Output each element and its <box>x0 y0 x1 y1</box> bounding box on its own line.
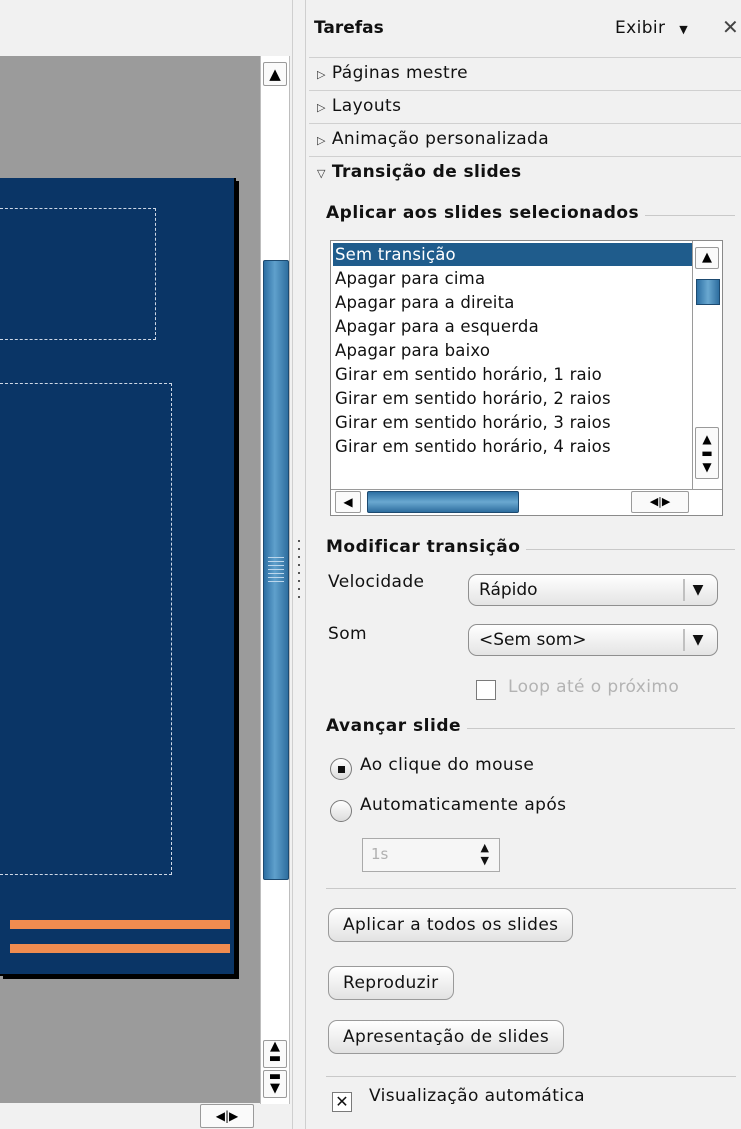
list-item[interactable]: Apagar para a direita <box>335 291 515 314</box>
automatic-radio[interactable] <box>330 800 352 822</box>
list-item[interactable]: Girar em sentido horário, 2 raios <box>335 387 611 410</box>
section-layouts[interactable]: ▷ Layouts <box>309 90 741 122</box>
list-item[interactable]: Girar em sentido horário, 3 raios <box>335 411 611 434</box>
pane-splitter[interactable] <box>292 0 306 1129</box>
transition-listbox[interactable]: Sem transição Apagar para cima Apagar pa… <box>330 240 723 516</box>
list-item[interactable]: Girar em sentido horário, 4 raios <box>335 435 611 455</box>
section-slide-transition[interactable]: ▽ Transição de slides <box>309 156 741 188</box>
list-scroll-updown-arrow-icon[interactable]: ▲ ▬ ▼ <box>695 427 719 479</box>
list-scroll-thumb[interactable] <box>696 279 720 305</box>
autopreview-label: Visualização automática <box>369 1086 585 1106</box>
list-item[interactable]: Girar em sentido horário, 1 raio <box>335 363 602 386</box>
section-master-pages[interactable]: ▷ Páginas mestre <box>309 57 741 89</box>
decorative-stripe <box>10 944 230 953</box>
loop-label: Loop até o próximo <box>508 677 680 697</box>
collapsed-triangle-icon: ▷ <box>317 68 326 81</box>
modify-group-label: Modificar transição <box>326 537 527 557</box>
list-item[interactable]: Sem transição <box>333 243 695 266</box>
close-icon[interactable]: ✕ <box>722 15 739 39</box>
list-scroll-leftright-arrow-icon[interactable]: ◀|▶ <box>631 491 689 513</box>
content-placeholder[interactable] <box>0 383 172 875</box>
slide-preview[interactable] <box>0 178 236 976</box>
editor-top-bar <box>0 0 298 56</box>
play-button[interactable]: Reproduzir <box>328 966 454 1000</box>
spin-arrows-icon: ▲ ▼ <box>480 841 489 867</box>
on-click-label: Ao clique do mouse <box>360 755 535 775</box>
sound-value: <Sem som> <box>479 630 587 650</box>
section-custom-animation[interactable]: ▷ Animação personalizada <box>309 123 741 155</box>
list-item[interactable]: Apagar para a esquerda <box>335 315 539 338</box>
editor-scroll-thumb[interactable] <box>263 260 289 880</box>
apply-all-button[interactable]: Aplicar a todos os slides <box>328 908 574 942</box>
advance-group-label: Avançar slide <box>326 716 468 736</box>
task-pane-title: Tarefas <box>314 18 384 38</box>
automatic-label: Automaticamente após <box>360 795 567 815</box>
expanded-triangle-icon: ▽ <box>317 167 326 180</box>
auto-time-value: 1s <box>371 845 389 863</box>
speed-dropdown[interactable]: Rápido ▼ <box>468 574 718 606</box>
decorative-stripe <box>10 920 230 929</box>
scroll-up-small-arrow-icon[interactable]: ▲ ▬ <box>263 1040 287 1068</box>
autopreview-checkbox[interactable]: ✕ <box>332 1092 352 1112</box>
apply-group-label: Aplicar aos slides selecionados <box>326 203 646 223</box>
scroll-down-arrow-icon[interactable]: ▬ ▼ <box>263 1070 287 1098</box>
sound-label: Som <box>328 624 367 644</box>
speed-value: Rápido <box>479 580 538 600</box>
view-menu-button[interactable]: Exibir ▼ <box>615 18 688 38</box>
view-menu-label: Exibir <box>615 18 666 38</box>
collapsed-triangle-icon: ▷ <box>317 101 326 114</box>
title-placeholder[interactable] <box>0 208 156 340</box>
list-horizontal-thumb[interactable] <box>367 491 519 513</box>
list-scroll-up-arrow-icon[interactable]: ▲ <box>695 247 719 269</box>
chevron-down-icon: ▼ <box>679 23 689 36</box>
auto-time-spinbox[interactable]: 1s ▲ ▼ <box>362 838 500 872</box>
scroll-up-arrow-icon[interactable]: ▲ <box>263 62 287 86</box>
horizontal-scroll-arrows-icon[interactable]: ◀|▶ <box>200 1104 254 1128</box>
collapsed-triangle-icon: ▷ <box>317 134 326 147</box>
sound-dropdown[interactable]: <Sem som> ▼ <box>468 624 718 656</box>
list-scroll-left-arrow-icon[interactable]: ◀ <box>335 491 361 513</box>
dropdown-arrow-icon: ▼ <box>683 579 711 601</box>
on-click-radio[interactable] <box>330 758 352 780</box>
slideshow-button[interactable]: Apresentação de slides <box>328 1020 565 1054</box>
speed-label: Velocidade <box>328 572 425 592</box>
loop-checkbox[interactable] <box>476 680 496 700</box>
list-item[interactable]: Apagar para baixo <box>335 339 490 362</box>
list-item[interactable]: Apagar para cima <box>335 267 485 290</box>
dropdown-arrow-icon: ▼ <box>683 629 711 651</box>
